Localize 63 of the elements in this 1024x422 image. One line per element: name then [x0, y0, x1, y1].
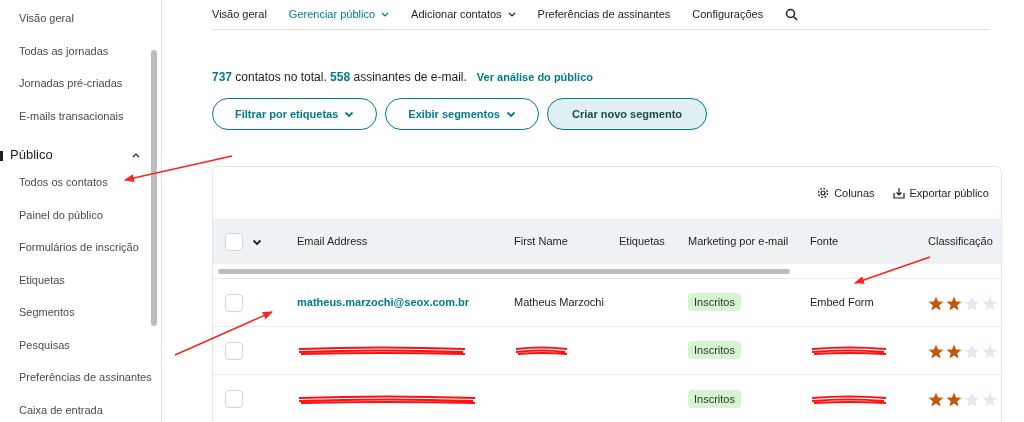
checkbox[interactable]	[225, 341, 243, 360]
status-tag: Inscritos	[688, 389, 741, 408]
checkbox[interactable]	[225, 293, 243, 312]
caret-icon[interactable]	[132, 152, 140, 158]
sidebar-item[interactable]: Jornadas pré-criadas	[0, 73, 150, 106]
table-cell-text: Matheus Marzochi	[514, 296, 604, 309]
filter-button[interactable]: Filtrar por etiquetas	[212, 98, 378, 130]
column-header[interactable]: Etiquetas	[619, 235, 665, 248]
star-icon	[928, 392, 944, 408]
star-icon	[982, 295, 998, 311]
tab[interactable]: Adicionar contatos	[411, 6, 516, 23]
sidebar-item[interactable]: Preferências de assinantes	[0, 367, 150, 400]
section-label[interactable]: Público	[10, 145, 53, 165]
filter-button[interactable]: Exibir segmentos	[385, 98, 539, 130]
star-icon	[964, 392, 980, 408]
status-tag: Inscritos	[688, 293, 741, 312]
sidebar-item[interactable]: Painel do público	[0, 204, 150, 237]
sidebar-item[interactable]: Todas as jornadas	[0, 40, 150, 73]
star-icon	[946, 343, 962, 359]
chevron-icon[interactable]	[252, 238, 262, 246]
star-icon	[964, 343, 980, 359]
star-icon	[946, 295, 962, 311]
column-header[interactable]: Email Address	[297, 235, 368, 248]
email-link[interactable]: matheus.marzochi@seox.com.br	[297, 296, 470, 309]
column-header[interactable]: Fonte	[810, 235, 839, 248]
tab[interactable]: Gerenciar público	[288, 6, 390, 23]
star-icon	[982, 392, 998, 408]
tab[interactable]: Configurações	[692, 6, 764, 23]
chevron-icon	[507, 12, 516, 19]
toolbar-button[interactable]: Colunas	[817, 184, 875, 202]
sidebar-item[interactable]: Pesquisas	[0, 334, 150, 367]
checkbox[interactable]	[225, 389, 243, 408]
sidebar-item[interactable]: Caixa de entrada	[0, 399, 150, 422]
search-icon[interactable]	[785, 8, 799, 21]
status-tag: Inscritos	[688, 341, 741, 360]
star-icon	[982, 343, 998, 359]
star-icon	[928, 295, 944, 311]
star-icon	[928, 343, 944, 359]
sidebar-item[interactable]: Segmentos	[0, 302, 150, 335]
column-header[interactable]: First Name	[514, 235, 568, 248]
sidebar-item[interactable]: Todos os contatos	[0, 172, 150, 205]
toolbar-button[interactable]: Exportar público	[892, 184, 989, 202]
scrollbar[interactable]	[218, 269, 790, 274]
chevron-icon	[381, 12, 390, 19]
sidebar-item[interactable]: Visão geral	[0, 8, 150, 41]
download-icon	[892, 187, 905, 199]
audience-link[interactable]: Ver análise do público	[476, 71, 593, 83]
tab[interactable]: Preferências de assinantes	[537, 6, 671, 23]
checkbox[interactable]	[225, 232, 243, 251]
chevron-icon	[506, 110, 516, 118]
tab[interactable]: Visão geral	[212, 6, 267, 23]
star-icon	[964, 295, 980, 311]
chevron-icon	[344, 110, 355, 118]
redaction-scribble	[514, 346, 569, 357]
sidebar-item[interactable]: Etiquetas	[0, 269, 150, 302]
scrollbar[interactable]	[151, 50, 157, 326]
gear-icon	[817, 187, 830, 199]
sidebar-item[interactable]: Formulários de inscrição	[0, 237, 150, 270]
star-icon	[946, 392, 962, 408]
summary-text: 737 contatos no total. 558 assinantes de e-mail.	[212, 70, 467, 84]
table-cell-text: Embed Form	[810, 296, 874, 309]
filter-button[interactable]: Criar novo segmento	[547, 98, 708, 130]
sidebar-item[interactable]: E-mails transacionais	[0, 105, 150, 138]
